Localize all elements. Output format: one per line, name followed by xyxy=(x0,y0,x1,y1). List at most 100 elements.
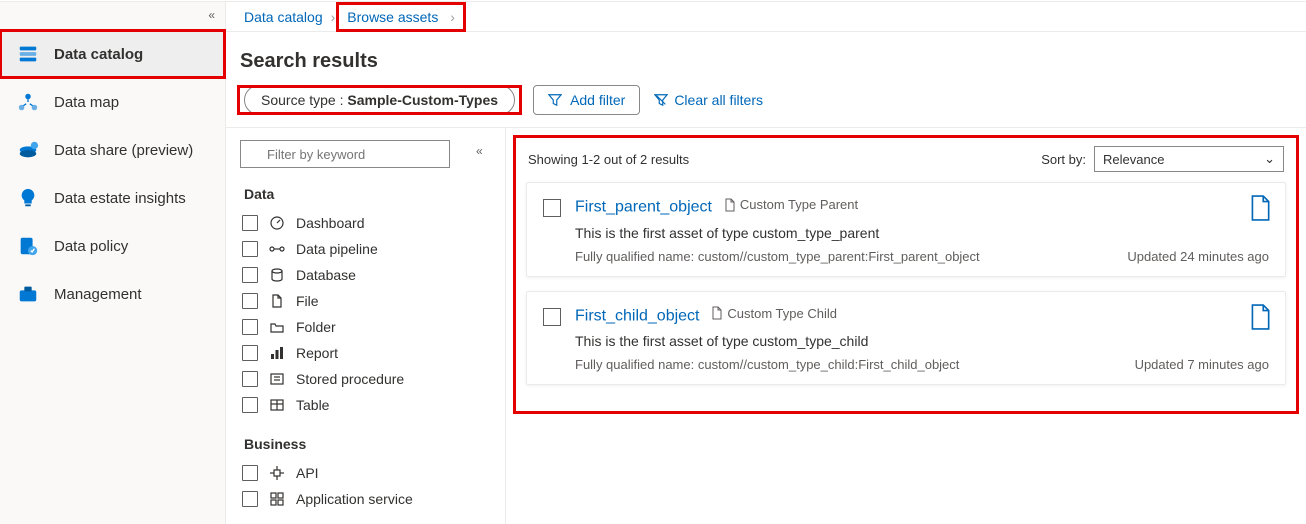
result-card[interactable]: First_child_object Custom Type Child Thi… xyxy=(526,291,1286,386)
sidebar-item-label: Data estate insights xyxy=(54,190,186,207)
checkbox[interactable] xyxy=(242,491,258,507)
checkbox[interactable] xyxy=(242,397,258,413)
sidebar-item-label: Management xyxy=(54,286,142,303)
sidebar: « Data catalog Data map Data share (prev… xyxy=(0,2,226,524)
sidebar-item-management[interactable]: Management xyxy=(0,270,225,318)
checkbox[interactable] xyxy=(242,371,258,387)
breadcrumb: Data catalog › Browse assets › xyxy=(226,2,1306,32)
sidebar-item-data-share[interactable]: Data share (preview) xyxy=(0,126,225,174)
filter-opt-report[interactable]: Report xyxy=(240,340,505,366)
chevron-right-icon: › xyxy=(450,9,455,25)
result-desc: This is the first asset of type custom_t… xyxy=(575,333,1269,349)
page-title: Search results xyxy=(226,32,1306,85)
filter-group-business: Business xyxy=(244,436,505,452)
collapse-sidebar-icon[interactable]: « xyxy=(208,8,215,22)
sidebar-item-label: Data share (preview) xyxy=(54,142,193,159)
result-type: Custom Type Child xyxy=(711,306,837,321)
chevron-down-icon: ⌄ xyxy=(1264,151,1275,167)
toolbox-icon xyxy=(16,282,40,306)
sidebar-item-insights[interactable]: Data estate insights xyxy=(0,174,225,222)
chevron-right-icon: › xyxy=(331,9,336,25)
filter-chip-source-type[interactable]: Source type : Sample-Custom-Types xyxy=(244,85,515,115)
document-icon xyxy=(1249,304,1271,333)
checkbox[interactable] xyxy=(242,267,258,283)
filter-opt-sproc[interactable]: Stored procedure xyxy=(240,366,505,392)
policy-icon xyxy=(16,234,40,258)
checkbox[interactable] xyxy=(242,345,258,361)
result-title-link[interactable]: First_child_object xyxy=(575,307,700,324)
clear-filters-label: Clear all filters xyxy=(674,92,763,108)
filter-opt-database[interactable]: Database xyxy=(240,262,505,288)
filter-opt-folder[interactable]: Folder xyxy=(240,314,505,340)
filter-opt-label: Report xyxy=(296,345,338,361)
sidebar-item-data-policy[interactable]: Data policy xyxy=(0,222,225,270)
filter-opt-label: Data pipeline xyxy=(296,241,378,257)
sidebar-item-label: Data catalog xyxy=(54,46,143,63)
filter-opt-dashboard[interactable]: Dashboard xyxy=(240,210,505,236)
filter-panel: « Data Dashboard Data pipeline Database … xyxy=(226,128,506,524)
results-count: Showing 1-2 out of 2 results xyxy=(528,152,689,167)
sidebar-item-data-catalog[interactable]: Data catalog xyxy=(0,30,225,78)
collapse-filter-icon[interactable]: « xyxy=(476,144,483,158)
appservice-icon xyxy=(268,490,286,508)
document-icon xyxy=(1249,195,1271,224)
catalog-icon xyxy=(16,42,40,66)
filter-opt-label: Database xyxy=(296,267,356,283)
filter-opt-label: File xyxy=(296,293,319,309)
result-desc: This is the first asset of type custom_t… xyxy=(575,225,1269,241)
checkbox[interactable] xyxy=(543,199,561,217)
results-container: Showing 1-2 out of 2 results Sort by: Re… xyxy=(516,138,1296,411)
sidebar-item-data-map[interactable]: Data map xyxy=(0,78,225,126)
checkbox[interactable] xyxy=(242,215,258,231)
breadcrumb-current[interactable]: Browse assets xyxy=(343,7,442,27)
file-icon xyxy=(268,292,286,310)
checkbox[interactable] xyxy=(242,319,258,335)
filter-opt-file[interactable]: File xyxy=(240,288,505,314)
filter-opt-appservice[interactable]: Application service xyxy=(240,486,505,512)
result-updated: Updated 24 minutes ago xyxy=(1127,249,1269,264)
doc-small-icon xyxy=(711,306,723,320)
sidebar-item-label: Data map xyxy=(54,94,119,111)
sort-value: Relevance xyxy=(1103,152,1164,167)
filter-opt-label: Dashboard xyxy=(296,215,365,231)
checkbox[interactable] xyxy=(242,465,258,481)
filter-keyword-input[interactable] xyxy=(240,140,450,168)
sproc-icon xyxy=(268,370,286,388)
add-filter-button[interactable]: Add filter xyxy=(533,85,640,115)
checkbox[interactable] xyxy=(543,308,561,326)
checkbox[interactable] xyxy=(242,293,258,309)
checkbox[interactable] xyxy=(242,241,258,257)
filter-opt-pipeline[interactable]: Data pipeline xyxy=(240,236,505,262)
clear-filters-button[interactable]: Clear all filters xyxy=(654,92,763,108)
filter-opt-label: Folder xyxy=(296,319,336,335)
breadcrumb-root[interactable]: Data catalog xyxy=(240,7,327,27)
lightbulb-icon xyxy=(16,186,40,210)
add-filter-label: Add filter xyxy=(570,92,625,108)
result-type: Custom Type Parent xyxy=(724,197,858,212)
sort-label: Sort by: xyxy=(1041,152,1086,167)
filter-opt-label: Application service xyxy=(296,491,413,507)
folder-icon xyxy=(268,318,286,336)
chip-value: Sample-Custom-Types xyxy=(347,92,498,108)
filter-opt-api[interactable]: API xyxy=(240,460,505,486)
sort-select[interactable]: Relevance ⌄ xyxy=(1094,146,1284,172)
share-icon xyxy=(16,138,40,162)
result-updated: Updated 7 minutes ago xyxy=(1135,357,1269,372)
filter-opt-label: Stored procedure xyxy=(296,371,404,387)
filter-opt-label: API xyxy=(296,465,319,481)
result-title-link[interactable]: First_parent_object xyxy=(575,199,712,216)
clear-filter-icon xyxy=(654,93,668,107)
filter-opt-label: Table xyxy=(296,397,329,413)
result-card[interactable]: First_parent_object Custom Type Parent T… xyxy=(526,182,1286,277)
map-icon xyxy=(16,90,40,114)
filter-icon xyxy=(548,93,562,107)
chip-label: Source type : xyxy=(261,92,347,108)
table-icon xyxy=(268,396,286,414)
gauge-icon xyxy=(268,214,286,232)
api-icon xyxy=(268,464,286,482)
chart-icon xyxy=(268,344,286,362)
pipeline-icon xyxy=(268,240,286,258)
doc-small-icon xyxy=(724,198,736,212)
database-icon xyxy=(268,266,286,284)
filter-opt-table[interactable]: Table xyxy=(240,392,505,418)
